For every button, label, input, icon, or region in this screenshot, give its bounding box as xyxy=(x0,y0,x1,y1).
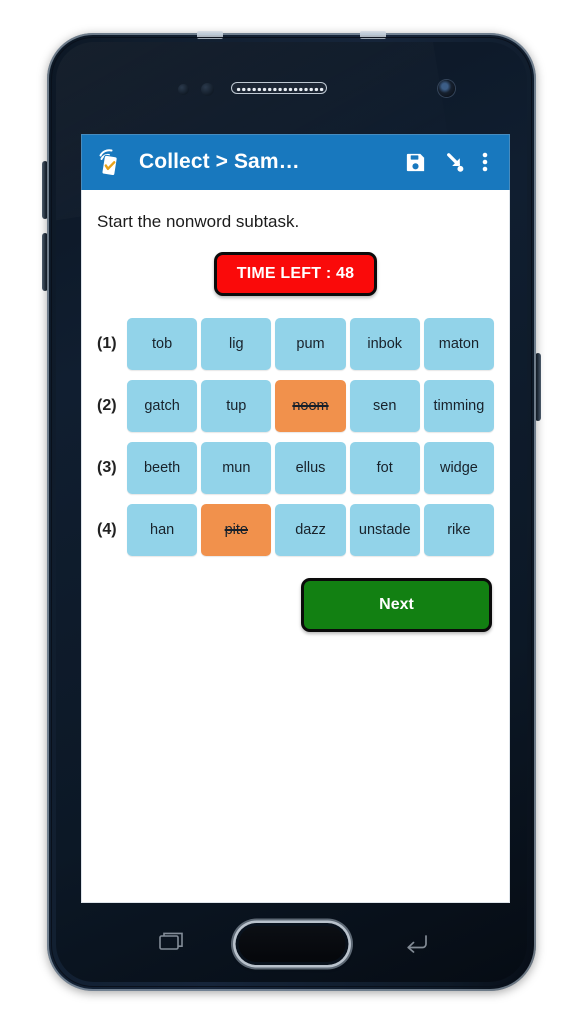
word-tile[interactable]: inbok xyxy=(349,318,420,370)
phone-device: Collect > Sam… Start the nonword subtask… xyxy=(42,31,541,991)
row-number-label: (1) xyxy=(97,335,117,352)
save-floppy-icon[interactable] xyxy=(396,143,434,181)
word-tile[interactable]: pite xyxy=(201,504,272,556)
word-tile[interactable]: beeth xyxy=(127,442,198,494)
volume-up-button-icon[interactable] xyxy=(42,161,48,219)
volume-down-button-icon[interactable] xyxy=(42,233,48,291)
word-tile[interactable]: tup xyxy=(201,380,272,432)
odk-collect-logo-icon xyxy=(93,145,127,179)
page-title: Collect > Sam… xyxy=(139,150,300,173)
grid-row: (2) gatch tup noom sen timming xyxy=(97,380,495,432)
back-arrow-icon[interactable] xyxy=(404,931,430,958)
next-button[interactable]: Next xyxy=(301,578,492,632)
app-bar: Collect > Sam… xyxy=(81,134,510,190)
word-tile[interactable]: maton xyxy=(423,318,495,370)
word-tile[interactable]: han xyxy=(127,504,198,556)
jump-to-question-arrow-icon[interactable] xyxy=(434,143,472,181)
antenna-cap-top-left xyxy=(197,31,223,39)
word-tile[interactable]: noom xyxy=(275,380,346,432)
grid-row: (4) han pite dazz unstade rike xyxy=(97,504,495,556)
top-bezel xyxy=(56,42,527,134)
power-button-icon[interactable] xyxy=(535,353,541,421)
row-number-label: (3) xyxy=(97,459,117,476)
front-camera-icon xyxy=(438,80,455,97)
word-tile[interactable]: lig xyxy=(201,318,272,370)
recents-icon[interactable] xyxy=(159,931,185,958)
word-tile[interactable]: ellus xyxy=(275,442,346,494)
word-tile[interactable]: fot xyxy=(349,442,420,494)
word-tile[interactable]: sen xyxy=(349,380,420,432)
antenna-cap-top-right xyxy=(360,31,386,39)
word-tile[interactable]: rike xyxy=(423,504,495,556)
word-tile[interactable]: unstade xyxy=(349,504,420,556)
light-sensor-icon xyxy=(201,83,214,96)
time-left-badge: TIME LEFT : 48 xyxy=(213,252,378,296)
word-tile[interactable]: gatch xyxy=(127,380,198,432)
word-tile[interactable]: mun xyxy=(201,442,272,494)
nonword-grid: (1) tob lig pum inbok maton (2) gatch tup noom sen… xyxy=(97,318,495,556)
bottom-bezel xyxy=(56,903,527,982)
word-tile[interactable]: widge xyxy=(423,442,495,494)
word-tile[interactable]: timming xyxy=(423,380,495,432)
home-button-icon[interactable] xyxy=(235,923,348,965)
earpiece-speaker-icon xyxy=(231,82,327,94)
question-prompt: Start the nonword subtask. xyxy=(97,212,300,231)
form-content: Start the nonword subtask. TIME LEFT : 4… xyxy=(81,190,510,903)
timer-container: TIME LEFT : 48 xyxy=(97,252,494,296)
phone-screen: Collect > Sam… Start the nonword subtask… xyxy=(81,134,510,903)
proximity-sensor-icon xyxy=(178,84,189,95)
word-tile[interactable]: tob xyxy=(127,318,198,370)
word-tile[interactable]: pum xyxy=(275,318,346,370)
grid-row: (1) tob lig pum inbok maton xyxy=(97,318,495,370)
row-number-label: (2) xyxy=(97,397,117,414)
phone-front-panel: Collect > Sam… Start the nonword subtask… xyxy=(56,42,527,982)
overflow-menu-icon[interactable] xyxy=(472,143,498,181)
word-tile[interactable]: dazz xyxy=(275,504,346,556)
row-number-label: (4) xyxy=(97,521,117,538)
grid-row: (3) beeth mun ellus fot widge xyxy=(97,442,495,494)
next-button-container: Next xyxy=(97,578,494,632)
